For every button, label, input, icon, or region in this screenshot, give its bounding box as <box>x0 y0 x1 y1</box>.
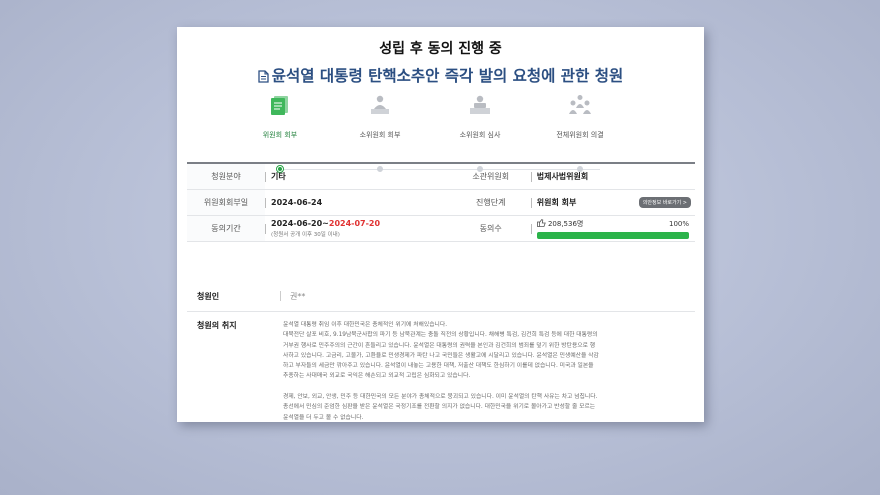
stage-label: 진행단계 <box>450 189 531 216</box>
info-row-period: 동의기간 2024-06-20~2024-07-20 (청원서 공개 이후 30… <box>187 215 695 242</box>
petition-status: 성립 후 동의 진행 중 <box>379 41 502 57</box>
agree-value: 208,536명 100% <box>530 215 695 242</box>
period-note: (청원서 공개 이후 30일 이내) <box>271 232 340 238</box>
petition-info-table: 청원분야 기타 소관위원회 법제사법위원회 위원회회부일 2024-06-24 … <box>187 162 695 242</box>
content-paragraph: 경제, 안보, 외교, 안생, 민주 등 대한민국의 모든 분야가 총체적으로 … <box>283 394 598 421</box>
step-label: 전체위원회 의결 <box>556 131 604 139</box>
plenary-group-icon <box>569 95 591 114</box>
section-divider <box>187 311 695 312</box>
document-icon <box>258 70 269 83</box>
requester-separator <box>280 291 281 301</box>
petition-card: 성립 후 동의 진행 중 윤석열 대통령 탄핵소추안 즉각 발의 요청에 관한 … <box>177 27 704 422</box>
petition-title-text: 윤석열 대통령 탄핵소추안 즉각 발의 요청에 관한 청원 <box>271 67 624 85</box>
period-label: 동의기간 <box>187 215 265 242</box>
agree-percent: 100% <box>668 219 689 228</box>
bill-info-button[interactable]: 의안정보 바로가기 > <box>638 197 691 208</box>
period-start: 2024-06-20~ <box>271 219 329 228</box>
thumbs-up-icon <box>536 218 546 227</box>
requester-value: 권** <box>290 292 306 301</box>
field-value: 기타 <box>265 163 451 190</box>
agree-progress-fill <box>536 231 689 239</box>
step-committee-referral: 위원회 회부 <box>240 94 320 173</box>
agree-label: 동의수 <box>450 215 531 242</box>
content-label: 청원의 취지 <box>197 321 237 330</box>
committee-docs-icon <box>271 96 288 115</box>
step-label: 소위원회 회부 <box>359 131 401 139</box>
subcommittee-people-icon <box>371 95 389 114</box>
stage-value: 위원회 회부 의안정보 바로가기 > <box>530 189 695 216</box>
agree-count: 208,536명 <box>547 219 584 228</box>
field-label: 청원분야 <box>187 163 265 190</box>
info-row-field: 청원분야 기타 소관위원회 법제사법위원회 <box>187 163 695 190</box>
agree-progress-bar <box>536 231 689 239</box>
content-paragraph: 윤석열 대통령 취임 이후 대한민국은 총체적인 위기에 처해있습니다. 대북전… <box>283 322 599 380</box>
period-end: 2024-07-20 <box>328 219 381 228</box>
committee-label: 소관위원회 <box>450 163 531 190</box>
step-plenary-resolution: 전체위원회 의결 <box>540 94 620 172</box>
info-row-referral: 위원회회부일 2024-06-24 진행단계 위원회 회부 의안정보 바로가기 … <box>187 189 695 216</box>
referral-date-value: 2024-06-24 <box>265 189 451 216</box>
referral-date-label: 위원회회부일 <box>187 189 265 216</box>
committee-value: 법제사법위원회 <box>530 163 695 190</box>
step-label: 소위원회 심사 <box>459 131 501 139</box>
step-subcommittee-review: 소위원회 심사 <box>440 94 520 172</box>
content-body: 윤석열 대통령 취임 이후 대한민국은 총체적인 위기에 처해있습니다. 대북전… <box>283 320 683 422</box>
review-desk-icon <box>470 95 490 114</box>
step-subcommittee-referral: 소위원회 회부 <box>340 94 420 172</box>
petition-title: 윤석열 대통령 탄핵소추안 즉각 발의 요청에 관한 청원 <box>177 64 704 86</box>
step-label: 위원회 회부 <box>262 131 298 139</box>
requester-label: 청원인 <box>197 292 220 301</box>
period-value: 2024-06-20~2024-07-20 (청원서 공개 이후 30일 이내) <box>265 215 451 242</box>
